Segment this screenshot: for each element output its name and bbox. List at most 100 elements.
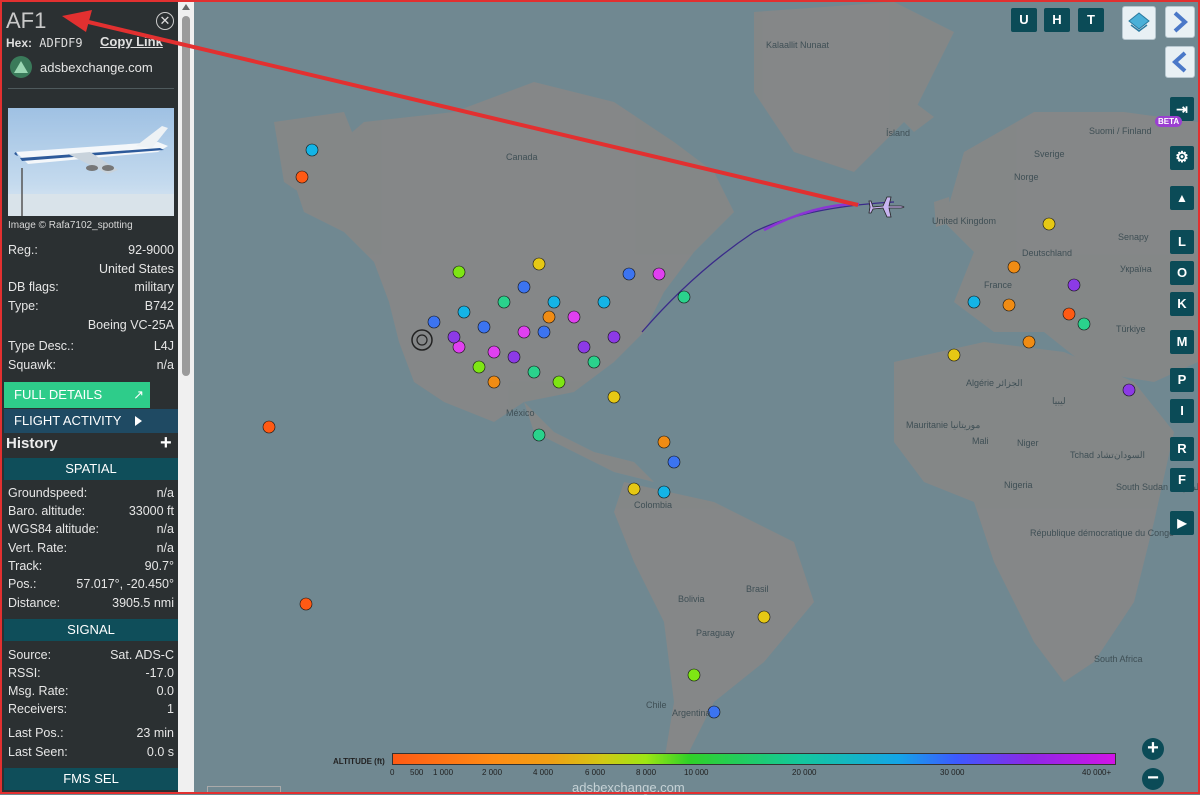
- landmasses: [274, 2, 1198, 762]
- copy-link[interactable]: Copy Link: [100, 34, 163, 49]
- aircraft-info-panel: AF1 ✕ Hex: ADFDF9 Copy Link adsbexchange…: [2, 2, 178, 792]
- legend-tick: 2 000: [482, 768, 503, 777]
- field-last-seen: Last Seen: 0.0 s: [8, 745, 174, 759]
- scroll-up-icon[interactable]: [182, 4, 190, 10]
- field-receivers: Receivers: 1: [8, 702, 174, 716]
- map-label: ليبيا: [1052, 396, 1066, 406]
- map-label: Kalaallit Nunaat: [766, 40, 830, 50]
- map-label: Suomi / Finland: [1089, 126, 1152, 136]
- field-distance: Distance: 3905.5 nmi: [8, 596, 174, 610]
- aircraft-photo[interactable]: [8, 108, 174, 216]
- tracks-toggle-button[interactable]: T: [1078, 8, 1104, 32]
- collapse-left-button[interactable]: [1165, 46, 1195, 78]
- map-label: Tchad تشاد: [1070, 450, 1114, 460]
- map-label: Sverige: [1034, 149, 1065, 159]
- map-label: Canada: [506, 152, 538, 162]
- zoom-out-button[interactable]: −: [1142, 768, 1164, 790]
- unit-toggle-button[interactable]: U: [1011, 8, 1037, 32]
- map-label: Argentina: [672, 708, 711, 718]
- zoom-in-button[interactable]: +: [1142, 738, 1164, 760]
- field-country: United States: [98, 262, 174, 276]
- flight-map[interactable]: Kalaallit Nunaat Canada Ísland Suomi / F…: [194, 2, 1200, 792]
- plus-icon[interactable]: +: [160, 432, 172, 455]
- map-label: Nigeria: [1004, 480, 1033, 490]
- legend-tick: 10 000: [684, 768, 709, 777]
- legend-tick: 4 000: [533, 768, 554, 777]
- field-wgs84-altitude: WGS84 altitude: n/a: [8, 522, 174, 536]
- legend-tick: 1 000: [433, 768, 454, 777]
- map-label: Senapy: [1118, 232, 1149, 242]
- legend-tick: 6 000: [585, 768, 606, 777]
- layers-button[interactable]: [1122, 6, 1156, 40]
- map-label: Chile: [646, 700, 667, 710]
- fms-sel-header[interactable]: FMS SEL: [4, 768, 178, 790]
- field-rssi: RSSI: -17.0: [8, 666, 174, 680]
- external-link-icon: ↗: [133, 387, 144, 402]
- signal-header[interactable]: SIGNAL: [4, 619, 178, 641]
- close-icon[interactable]: ✕: [156, 12, 174, 30]
- photo-credit: Image © Rafa7102_spotting: [8, 220, 133, 231]
- field-source: Source: Sat. ADS-C: [8, 648, 174, 662]
- k-toggle-button[interactable]: K: [1170, 292, 1194, 316]
- map-label: Norge: [1014, 172, 1039, 182]
- altitude-legend-title: ALTITUDE (ft): [333, 757, 385, 766]
- field-vert-rate: Vert. Rate: n/a: [8, 541, 174, 555]
- legend-tick: 500: [410, 768, 424, 777]
- replay-play-icon[interactable]: ▶: [1170, 511, 1194, 535]
- map-label: United Kingdom: [932, 216, 997, 226]
- scrollbar-thumb[interactable]: [182, 16, 190, 376]
- play-arrow-icon: [135, 416, 142, 426]
- map-label: Ísland: [886, 128, 911, 138]
- military-toggle-button[interactable]: M: [1170, 330, 1194, 354]
- layers-icon: [1128, 12, 1150, 32]
- hex-value: ADFDF9: [39, 36, 83, 50]
- history-heading: History: [6, 435, 58, 452]
- full-details-button[interactable]: FULL DETAILS ↗: [4, 382, 150, 408]
- chevron-right-icon: [1173, 11, 1188, 33]
- legend-tick: 8 000: [636, 768, 657, 777]
- replay-toggle-button[interactable]: R: [1170, 437, 1194, 461]
- filter-toggle-button[interactable]: F: [1170, 468, 1194, 492]
- hide-toggle-button[interactable]: H: [1044, 8, 1070, 32]
- field-squawk: Squawk: n/a: [8, 358, 174, 372]
- selected-aircraft-af1[interactable]: [868, 196, 905, 218]
- footer-brand: adsbexchange.com: [572, 780, 685, 795]
- map-label: République démocratique du Congo: [1030, 528, 1175, 538]
- map-label: México: [506, 408, 535, 418]
- map-label: South Africa: [1094, 654, 1143, 664]
- field-last-pos: Last Pos.: 23 min: [8, 726, 174, 740]
- map-scale-bar: [207, 786, 281, 793]
- field-baro-altitude: Baro. altitude: 33000 ft: [8, 504, 174, 518]
- map-label: Bolivia: [678, 594, 705, 604]
- map-label: Україна: [1120, 264, 1152, 274]
- map-label: Brasil: [746, 584, 769, 594]
- altitude-legend-bar: [392, 753, 1116, 765]
- source-row[interactable]: adsbexchange.com: [10, 56, 153, 78]
- callsign: AF1: [6, 8, 47, 33]
- sidebar-scrollbar[interactable]: [178, 2, 194, 792]
- field-type: Type: B742: [8, 299, 174, 313]
- beta-badge: BETA: [1155, 116, 1183, 127]
- ladd-toggle-button[interactable]: I: [1170, 399, 1194, 423]
- field-registration: Reg.: 92-9000: [8, 243, 174, 257]
- o-toggle-button[interactable]: O: [1170, 261, 1194, 285]
- map-label: السودان: [1114, 450, 1146, 460]
- hex-row: Hex: ADFDF9: [6, 36, 83, 50]
- settings-gear-icon[interactable]: ⚙: [1170, 146, 1194, 170]
- expand-right-button[interactable]: [1165, 6, 1195, 38]
- flight-activity-button[interactable]: FLIGHT ACTIVITY: [4, 409, 178, 433]
- field-msg-rate: Msg. Rate: 0.0: [8, 684, 174, 698]
- leaderboard-icon[interactable]: ▲: [1170, 186, 1194, 210]
- legend-tick: 30 000: [940, 768, 965, 777]
- pia-toggle-button[interactable]: P: [1170, 368, 1194, 392]
- legend-tick: 0: [390, 768, 395, 777]
- map-label: Türkiye: [1116, 324, 1146, 334]
- map-label: Niger: [1017, 438, 1039, 448]
- map-label: Mauritanie موريتانيا: [906, 420, 981, 430]
- legend-tick: 40 000+: [1082, 768, 1112, 777]
- map-canvas[interactable]: [194, 2, 1198, 792]
- spatial-header[interactable]: SPATIAL: [4, 458, 178, 480]
- hex-label: Hex:: [6, 36, 33, 50]
- map-label: Colombia: [634, 500, 673, 510]
- labels-toggle-button[interactable]: L: [1170, 230, 1194, 254]
